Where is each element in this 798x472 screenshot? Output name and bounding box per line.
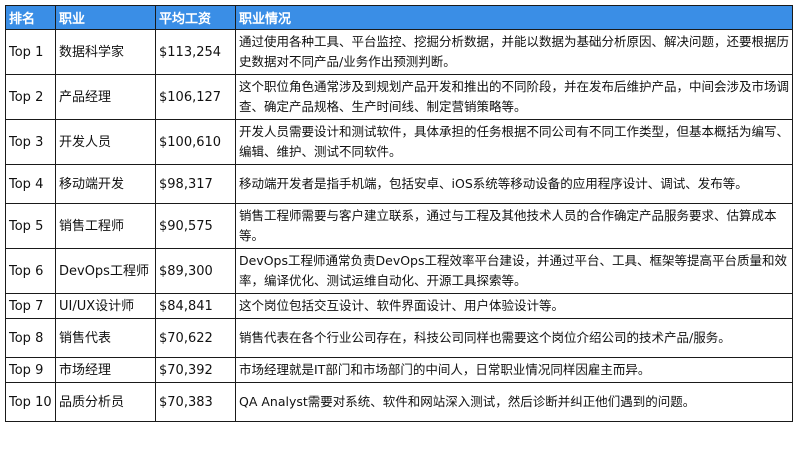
description-cell: DevOps工程师通常负责DevOps工程效率平台建设，并通过平台、工具、框架等…	[235, 248, 793, 294]
table-header-row: 排名 职业 平均工资 职业情况	[5, 5, 793, 30]
salary-cell: $84,841	[155, 293, 236, 319]
salary-table-container: 排名 职业 平均工资 职业情况 Top 1 数据科学家 $113,254 通过使…	[5, 5, 793, 422]
table-row: Top 10 品质分析员 $70,383 QA Analyst需要对系统、软件和…	[5, 382, 793, 422]
rank-cell: Top 10	[5, 382, 56, 422]
header-description: 职业情况	[235, 5, 793, 30]
table-row: Top 6 DevOps工程师 $89,300 DevOps工程师通常负责Dev…	[5, 248, 793, 294]
header-salary: 平均工资	[155, 5, 236, 30]
description-cell: 通过使用各种工具、平台监控、挖掘分析数据，并能以数据为基础分析原因、解决问题，还…	[235, 29, 793, 75]
description-cell: 销售代表在各个行业公司存在，科技公司同样也需要这个岗位介绍公司的技术产品/服务。	[235, 318, 793, 358]
rank-cell: Top 6	[5, 248, 56, 294]
salary-cell: $113,254	[155, 29, 236, 75]
salary-cell: $70,383	[155, 382, 236, 422]
rank-cell: Top 9	[5, 357, 56, 383]
description-cell: 这个职位角色通常涉及到规划产品开发和推出的不同阶段，并在发布后维护产品，中间会涉…	[235, 74, 793, 120]
description-cell: 这个岗位包括交互设计、软件界面设计、用户体验设计等。	[235, 293, 793, 319]
table-row: Top 8 销售代表 $70,622 销售代表在各个行业公司存在，科技公司同样也…	[5, 318, 793, 358]
rank-cell: Top 7	[5, 293, 56, 319]
description-cell: 市场经理就是IT部门和市场部门的中间人，日常职业情况同样因雇主而异。	[235, 357, 793, 383]
job-cell: UI/UX设计师	[55, 293, 156, 319]
table-row: Top 5 销售工程师 $90,575 销售工程师需要与客户建立联系，通过与工程…	[5, 203, 793, 249]
salary-ranking-table: 排名 职业 平均工资 职业情况 Top 1 数据科学家 $113,254 通过使…	[5, 5, 793, 422]
rank-cell: Top 3	[5, 119, 56, 165]
job-cell: DevOps工程师	[55, 248, 156, 294]
job-cell: 销售代表	[55, 318, 156, 358]
table-row: Top 9 市场经理 $70,392 市场经理就是IT部门和市场部门的中间人，日…	[5, 357, 793, 383]
description-cell: 移动端开发者是指手机端，包括安卓、iOS系统等移动设备的应用程序设计、调试、发布…	[235, 164, 793, 204]
job-cell: 移动端开发	[55, 164, 156, 204]
table-row: Top 3 开发人员 $100,610 开发人员需要设计和测试软件，具体承担的任…	[5, 119, 793, 165]
description-cell: 开发人员需要设计和测试软件，具体承担的任务根据不同公司有不同工作类型，但基本概括…	[235, 119, 793, 165]
rank-cell: Top 1	[5, 29, 56, 75]
salary-cell: $90,575	[155, 203, 236, 249]
description-cell: QA Analyst需要对系统、软件和网站深入测试，然后诊断并纠正他们遇到的问题…	[235, 382, 793, 422]
salary-cell: $100,610	[155, 119, 236, 165]
rank-cell: Top 8	[5, 318, 56, 358]
job-cell: 数据科学家	[55, 29, 156, 75]
job-cell: 销售工程师	[55, 203, 156, 249]
salary-cell: $106,127	[155, 74, 236, 120]
description-cell: 销售工程师需要与客户建立联系，通过与工程及其他技术人员的合作确定产品服务要求、估…	[235, 203, 793, 249]
job-cell: 产品经理	[55, 74, 156, 120]
header-job: 职业	[55, 5, 156, 30]
table-row: Top 7 UI/UX设计师 $84,841 这个岗位包括交互设计、软件界面设计…	[5, 293, 793, 319]
salary-cell: $98,317	[155, 164, 236, 204]
rank-cell: Top 5	[5, 203, 56, 249]
job-cell: 市场经理	[55, 357, 156, 383]
rank-cell: Top 4	[5, 164, 56, 204]
header-rank: 排名	[5, 5, 56, 30]
table-row: Top 1 数据科学家 $113,254 通过使用各种工具、平台监控、挖掘分析数…	[5, 29, 793, 75]
salary-cell: $70,622	[155, 318, 236, 358]
salary-cell: $70,392	[155, 357, 236, 383]
table-row: Top 4 移动端开发 $98,317 移动端开发者是指手机端，包括安卓、iOS…	[5, 164, 793, 204]
job-cell: 品质分析员	[55, 382, 156, 422]
job-cell: 开发人员	[55, 119, 156, 165]
table-row: Top 2 产品经理 $106,127 这个职位角色通常涉及到规划产品开发和推出…	[5, 74, 793, 120]
rank-cell: Top 2	[5, 74, 56, 120]
salary-cell: $89,300	[155, 248, 236, 294]
